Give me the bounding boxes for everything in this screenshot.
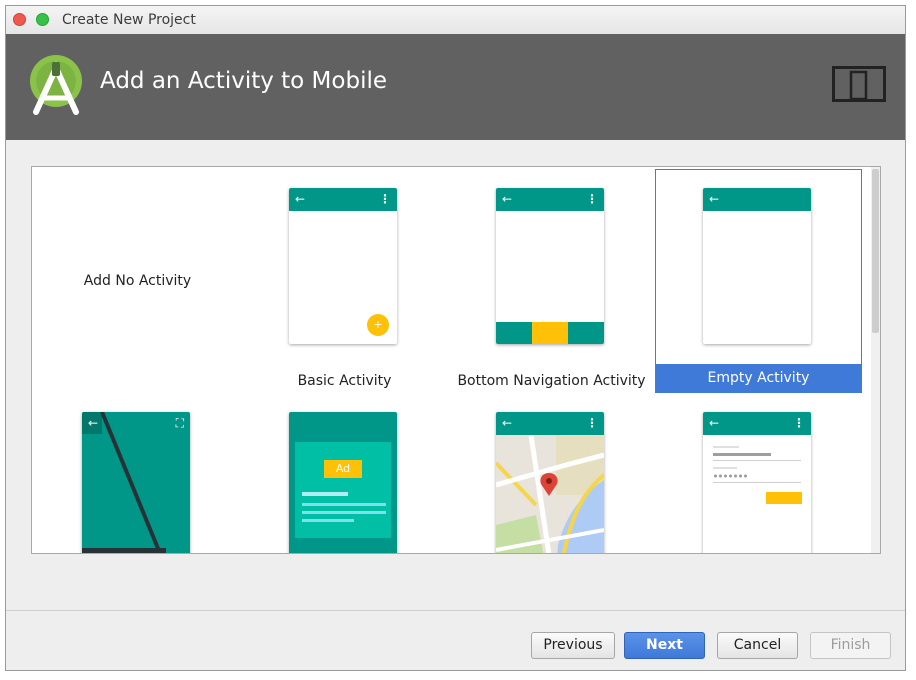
app-bar: ← ⋮ — [496, 188, 604, 211]
password-dots — [713, 474, 747, 478]
back-arrow-icon: ← — [502, 192, 513, 206]
map-graphic — [496, 435, 604, 553]
scrollbar-thumb[interactable] — [872, 169, 879, 333]
template-label: Bottom Navigation Activity — [457, 373, 646, 389]
back-arrow-icon: ← — [502, 416, 513, 430]
wizard-header: Add an Activity to Mobile — [6, 34, 905, 140]
template-empty-activity[interactable]: ← Empty Activity — [655, 169, 862, 393]
template-login-activity[interactable]: ← ⋮ — [655, 393, 862, 553]
ad-card: Ad — [295, 442, 391, 538]
page-title: Add an Activity to Mobile — [100, 68, 387, 94]
back-arrow-icon: ← — [295, 192, 306, 206]
back-arrow-icon: ← — [88, 416, 99, 430]
app-bar: ← ⋮ — [703, 412, 811, 435]
window-title: Create New Project — [62, 12, 196, 28]
fullscreen-diagonal-graphic — [82, 412, 166, 553]
more-options-icon: ⋮ — [793, 416, 805, 430]
create-project-window: Create New Project Add an Activity to Mo… — [5, 5, 906, 671]
title-bar: Create New Project — [6, 6, 905, 35]
fullscreen-icon: ⛶ — [175, 416, 184, 430]
app-bar: ← ⋮ — [496, 412, 604, 435]
cancel-button[interactable]: Cancel — [717, 632, 798, 659]
floating-action-button-icon: + — [367, 314, 389, 336]
template-google-maps-activity[interactable]: ← ⋮ — [448, 393, 655, 553]
more-options-icon: ⋮ — [586, 416, 598, 430]
template-label: Empty Activity — [656, 364, 861, 392]
template-preview: ← ⋮ + — [289, 188, 397, 344]
app-bar: ← ⋮ — [289, 188, 397, 211]
previous-button[interactable]: Previous — [531, 632, 615, 659]
android-studio-logo-icon — [30, 55, 82, 115]
finish-button: Finish — [810, 632, 891, 659]
template-preview: ← ⋮ — [496, 412, 604, 553]
template-label: Basic Activity — [297, 373, 392, 389]
more-options-icon: ⋮ — [586, 192, 598, 206]
template-preview: Ad — [289, 412, 397, 553]
close-window-button[interactable] — [13, 13, 26, 26]
back-arrow-icon: ← — [709, 416, 720, 430]
template-preview: ← — [703, 188, 811, 344]
template-basic-activity[interactable]: ← ⋮ + Basic Activity — [241, 169, 448, 393]
template-fullscreen-activity[interactable]: ← ⛶ — [34, 393, 241, 553]
template-admob-ads-activity[interactable]: Ad — [241, 393, 448, 553]
footer-divider — [6, 610, 905, 611]
template-preview: ← ⛶ — [82, 412, 190, 553]
sign-in-button-preview — [766, 492, 802, 504]
activity-template-gallery: Add No Activity ← ⋮ + Basic Activity ← ⋮ — [31, 166, 881, 554]
template-bottom-navigation-activity[interactable]: ← ⋮ Bottom Navigation Activity — [448, 169, 655, 393]
device-form-factor-icon — [832, 66, 886, 102]
zoom-window-button[interactable] — [36, 13, 49, 26]
more-options-icon: ⋮ — [379, 192, 391, 206]
template-preview: ← ⋮ — [496, 188, 604, 344]
template-add-no-activity[interactable]: Add No Activity — [34, 169, 241, 393]
next-button[interactable]: Next — [624, 632, 705, 659]
app-bar: ← — [703, 188, 811, 211]
bottom-navigation-bar — [496, 322, 604, 344]
template-preview: ← ⋮ — [703, 412, 811, 553]
bottom-nav-selected-item — [532, 322, 568, 344]
back-arrow-icon: ← — [709, 192, 720, 206]
template-label: Add No Activity — [83, 273, 192, 289]
gallery-scrollbar[interactable] — [871, 167, 880, 553]
ad-badge: Ad — [324, 460, 362, 478]
